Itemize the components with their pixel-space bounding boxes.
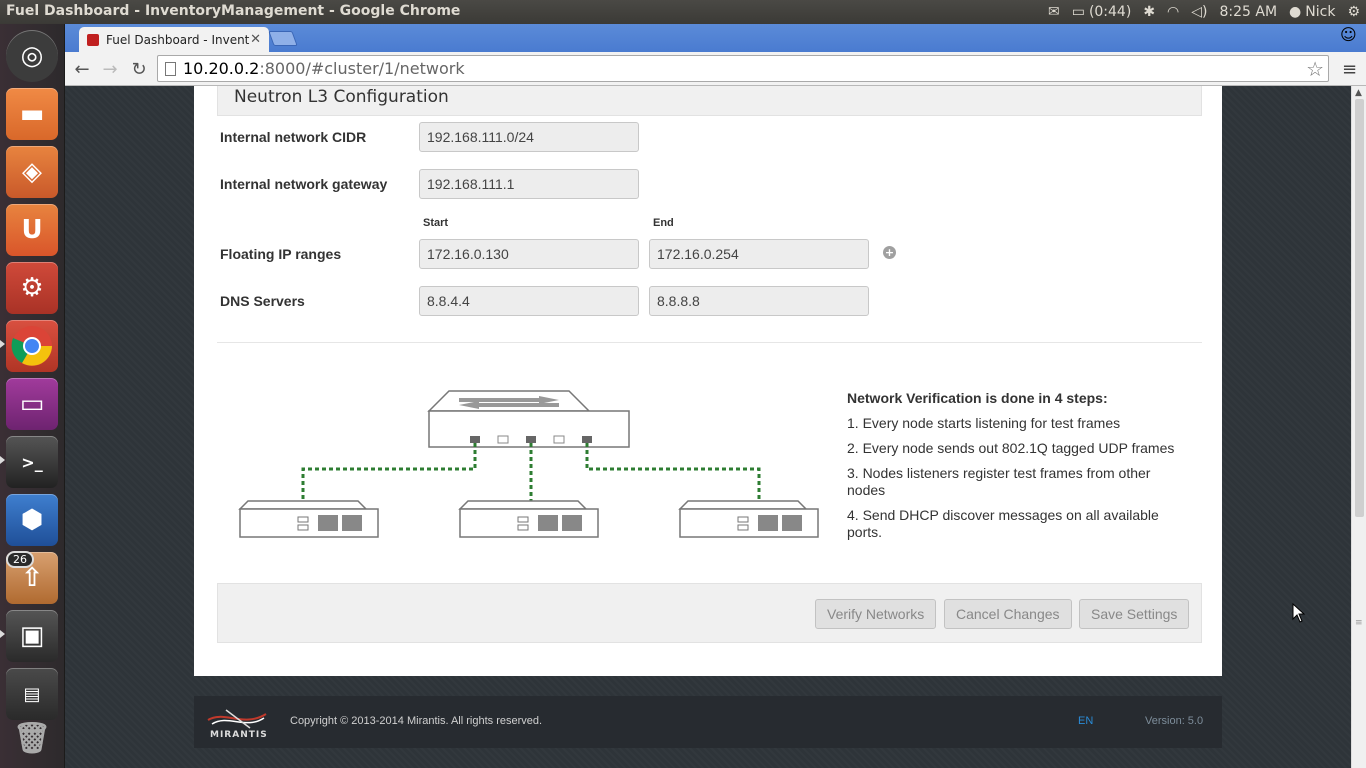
terminal-icon[interactable]: >_ <box>6 436 58 488</box>
chrome-icon[interactable] <box>6 320 58 372</box>
language-switch[interactable]: EN <box>1078 715 1093 727</box>
wifi-icon[interactable]: ◠ <box>1167 4 1179 20</box>
bookmark-star-icon[interactable]: ☆ <box>1306 57 1324 81</box>
running-indicator <box>0 630 5 638</box>
server-node-2-icon <box>458 500 599 538</box>
tab-fuel-dashboard[interactable]: Fuel Dashboard - Inventor ✕ <box>79 27 269 52</box>
url-host: 10.20.0.2 <box>183 59 260 78</box>
verification-step: 3. Nodes listeners register test frames … <box>847 465 1151 498</box>
reload-icon[interactable]: ↻ <box>128 58 150 80</box>
chrome-menu-icon[interactable]: ≡ <box>1342 59 1358 80</box>
section-header: Neutron L3 Configuration <box>217 86 1202 116</box>
scrollbar-grip-icon: ≡ <box>1355 618 1363 628</box>
battery-indicator[interactable]: ▭ (0:44) <box>1072 4 1132 20</box>
floating-ip-row: Floating IP ranges 172.16.0.130 172.16.0… <box>220 239 879 269</box>
section-title: Neutron L3 Configuration <box>234 87 449 107</box>
dns-server-2-input[interactable]: 8.8.8.8 <box>649 286 869 316</box>
server-node-1-icon <box>238 500 379 538</box>
version-text: Version: 5.0 <box>1145 715 1204 727</box>
section-divider <box>217 342 1202 343</box>
software-center-icon[interactable]: ◈ <box>6 146 58 198</box>
new-tab-button[interactable] <box>268 31 298 46</box>
cable-links <box>301 443 761 501</box>
scroll-up-arrow-icon[interactable]: ▲ <box>1355 88 1362 98</box>
verification-step: 1. Every node starts listening for test … <box>847 415 1121 431</box>
system-monitor-icon[interactable]: ▣ <box>6 610 58 662</box>
internal-gateway-label: Internal network gateway <box>220 176 388 192</box>
fuel-favicon-icon <box>87 33 99 46</box>
internal-cidr-label: Internal network CIDR <box>220 129 367 145</box>
running-indicator <box>0 456 5 464</box>
end-column-header: End <box>653 217 674 229</box>
bluetooth-icon[interactable]: ✱ <box>1143 4 1155 20</box>
floating-ip-end-input[interactable]: 172.16.0.254 <box>649 239 869 269</box>
ubuntu-dash-icon[interactable]: ◎ <box>6 30 58 82</box>
user-menu[interactable]: ● Nick <box>1289 4 1335 20</box>
volume-icon[interactable]: ◁) <box>1191 4 1207 20</box>
mirantis-logo: MIRANTIS <box>206 706 268 740</box>
verification-step: 2. Every node sends out 802.1Q tagged UD… <box>847 440 1175 456</box>
page-footer: MIRANTIS Copyright © 2013-2014 Mirantis.… <box>194 696 1222 748</box>
os-top-panel: Fuel Dashboard - InventoryManagement - G… <box>0 0 1366 24</box>
battery-icon: ▭ <box>1071 4 1085 20</box>
cancel-changes-button[interactable]: Cancel Changes <box>944 599 1072 629</box>
network-verification-diagram <box>238 390 819 538</box>
copyright-text: Copyright © 2013-2014 Mirantis. All righ… <box>290 715 543 727</box>
user-icon: ● <box>1289 4 1302 20</box>
address-bar[interactable]: 10.20.0.2:8000/#cluster/1/network ☆ <box>157 55 1329 82</box>
start-column-header: Start <box>423 217 449 229</box>
unity-launcher: ◎ ▬ ◈ U ⚙ ▭ >_ ⬢ ⇧ 26 ▣ ▤ 🗑 <box>0 24 65 768</box>
floating-ip-label: Floating IP ranges <box>220 246 342 262</box>
clock[interactable]: 8:25 AM <box>1220 4 1278 20</box>
dns-servers-label: DNS Servers <box>220 293 305 309</box>
files-icon[interactable]: ▬ <box>6 88 58 140</box>
mail-icon[interactable]: ✉ <box>1048 4 1060 20</box>
user-name: Nick <box>1305 4 1336 20</box>
close-tab-icon[interactable]: ✕ <box>250 32 261 47</box>
verification-step: 4. Send DHCP discover messages on all av… <box>847 507 1159 540</box>
logo-text: MIRANTIS <box>210 730 268 740</box>
dns-servers-row: DNS Servers 8.8.4.4 8.8.8.8 <box>220 286 879 316</box>
page-viewport: Neutron L3 Configuration Internal networ… <box>65 86 1351 768</box>
browser-chrome: Fuel Dashboard - Inventor ✕ ☺ ← → ↻ 10.2… <box>65 24 1366 86</box>
scrollbar-thumb[interactable] <box>1355 99 1364 517</box>
internal-cidr-input[interactable]: 192.168.111.0/24 <box>419 122 639 152</box>
browser-toolbar: ← → ↻ 10.20.0.2:8000/#cluster/1/network … <box>65 52 1366 86</box>
add-range-plus-icon[interactable]: + <box>883 246 896 259</box>
page-scrollbar[interactable]: ▲ ≡ <box>1351 86 1366 768</box>
tab-title: Fuel Dashboard - Inventor <box>106 32 251 47</box>
tab-strip: Fuel Dashboard - Inventor ✕ ☺ <box>65 24 1366 52</box>
network-settings-panel: Neutron L3 Configuration Internal networ… <box>194 86 1222 676</box>
update-count-badge: 26 <box>6 551 34 568</box>
floating-ip-start-input[interactable]: 172.16.0.130 <box>419 239 639 269</box>
dns-server-1-input[interactable]: 8.8.4.4 <box>419 286 639 316</box>
verification-steps: Network Verification is done in 4 steps:… <box>847 390 1177 549</box>
mouse-cursor-icon <box>1292 603 1306 623</box>
session-gear-icon[interactable]: ⚙ <box>1347 4 1360 20</box>
panel-indicators: ✉ ▭ (0:44) ✱ ◠ ◁) 8:25 AM ● Nick ⚙ <box>1048 0 1360 24</box>
trash-icon[interactable]: 🗑 <box>6 712 58 764</box>
remote-desktop-icon[interactable]: ▭ <box>6 378 58 430</box>
profile-avatar-icon[interactable]: ☺ <box>1340 25 1362 51</box>
switch-icon <box>427 390 630 448</box>
save-settings-button[interactable]: Save Settings <box>1079 599 1190 629</box>
running-indicator <box>0 340 5 348</box>
url-path: :8000/#cluster/1/network <box>259 59 465 78</box>
internal-gateway-row: Internal network gateway 192.168.111.1 <box>220 169 649 199</box>
internal-cidr-row: Internal network CIDR 192.168.111.0/24 <box>220 122 649 152</box>
battery-time: (0:44) <box>1088 4 1132 20</box>
server-node-3-icon <box>678 500 819 538</box>
page-icon <box>165 62 176 76</box>
actions-bar: Verify Networks Cancel Changes Save Sett… <box>217 583 1202 643</box>
forward-arrow-icon[interactable]: → <box>99 58 121 80</box>
system-settings-icon[interactable]: ⚙ <box>6 262 58 314</box>
internal-gateway-input[interactable]: 192.168.111.1 <box>419 169 639 199</box>
verification-heading: Network Verification is done in 4 steps: <box>847 390 1108 406</box>
window-title: Fuel Dashboard - InventoryManagement - G… <box>6 3 461 19</box>
ubuntu-one-icon[interactable]: U <box>6 204 58 256</box>
verify-networks-button[interactable]: Verify Networks <box>815 599 937 629</box>
back-arrow-icon[interactable]: ← <box>71 58 93 80</box>
virtualbox-icon[interactable]: ⬢ <box>6 494 58 546</box>
